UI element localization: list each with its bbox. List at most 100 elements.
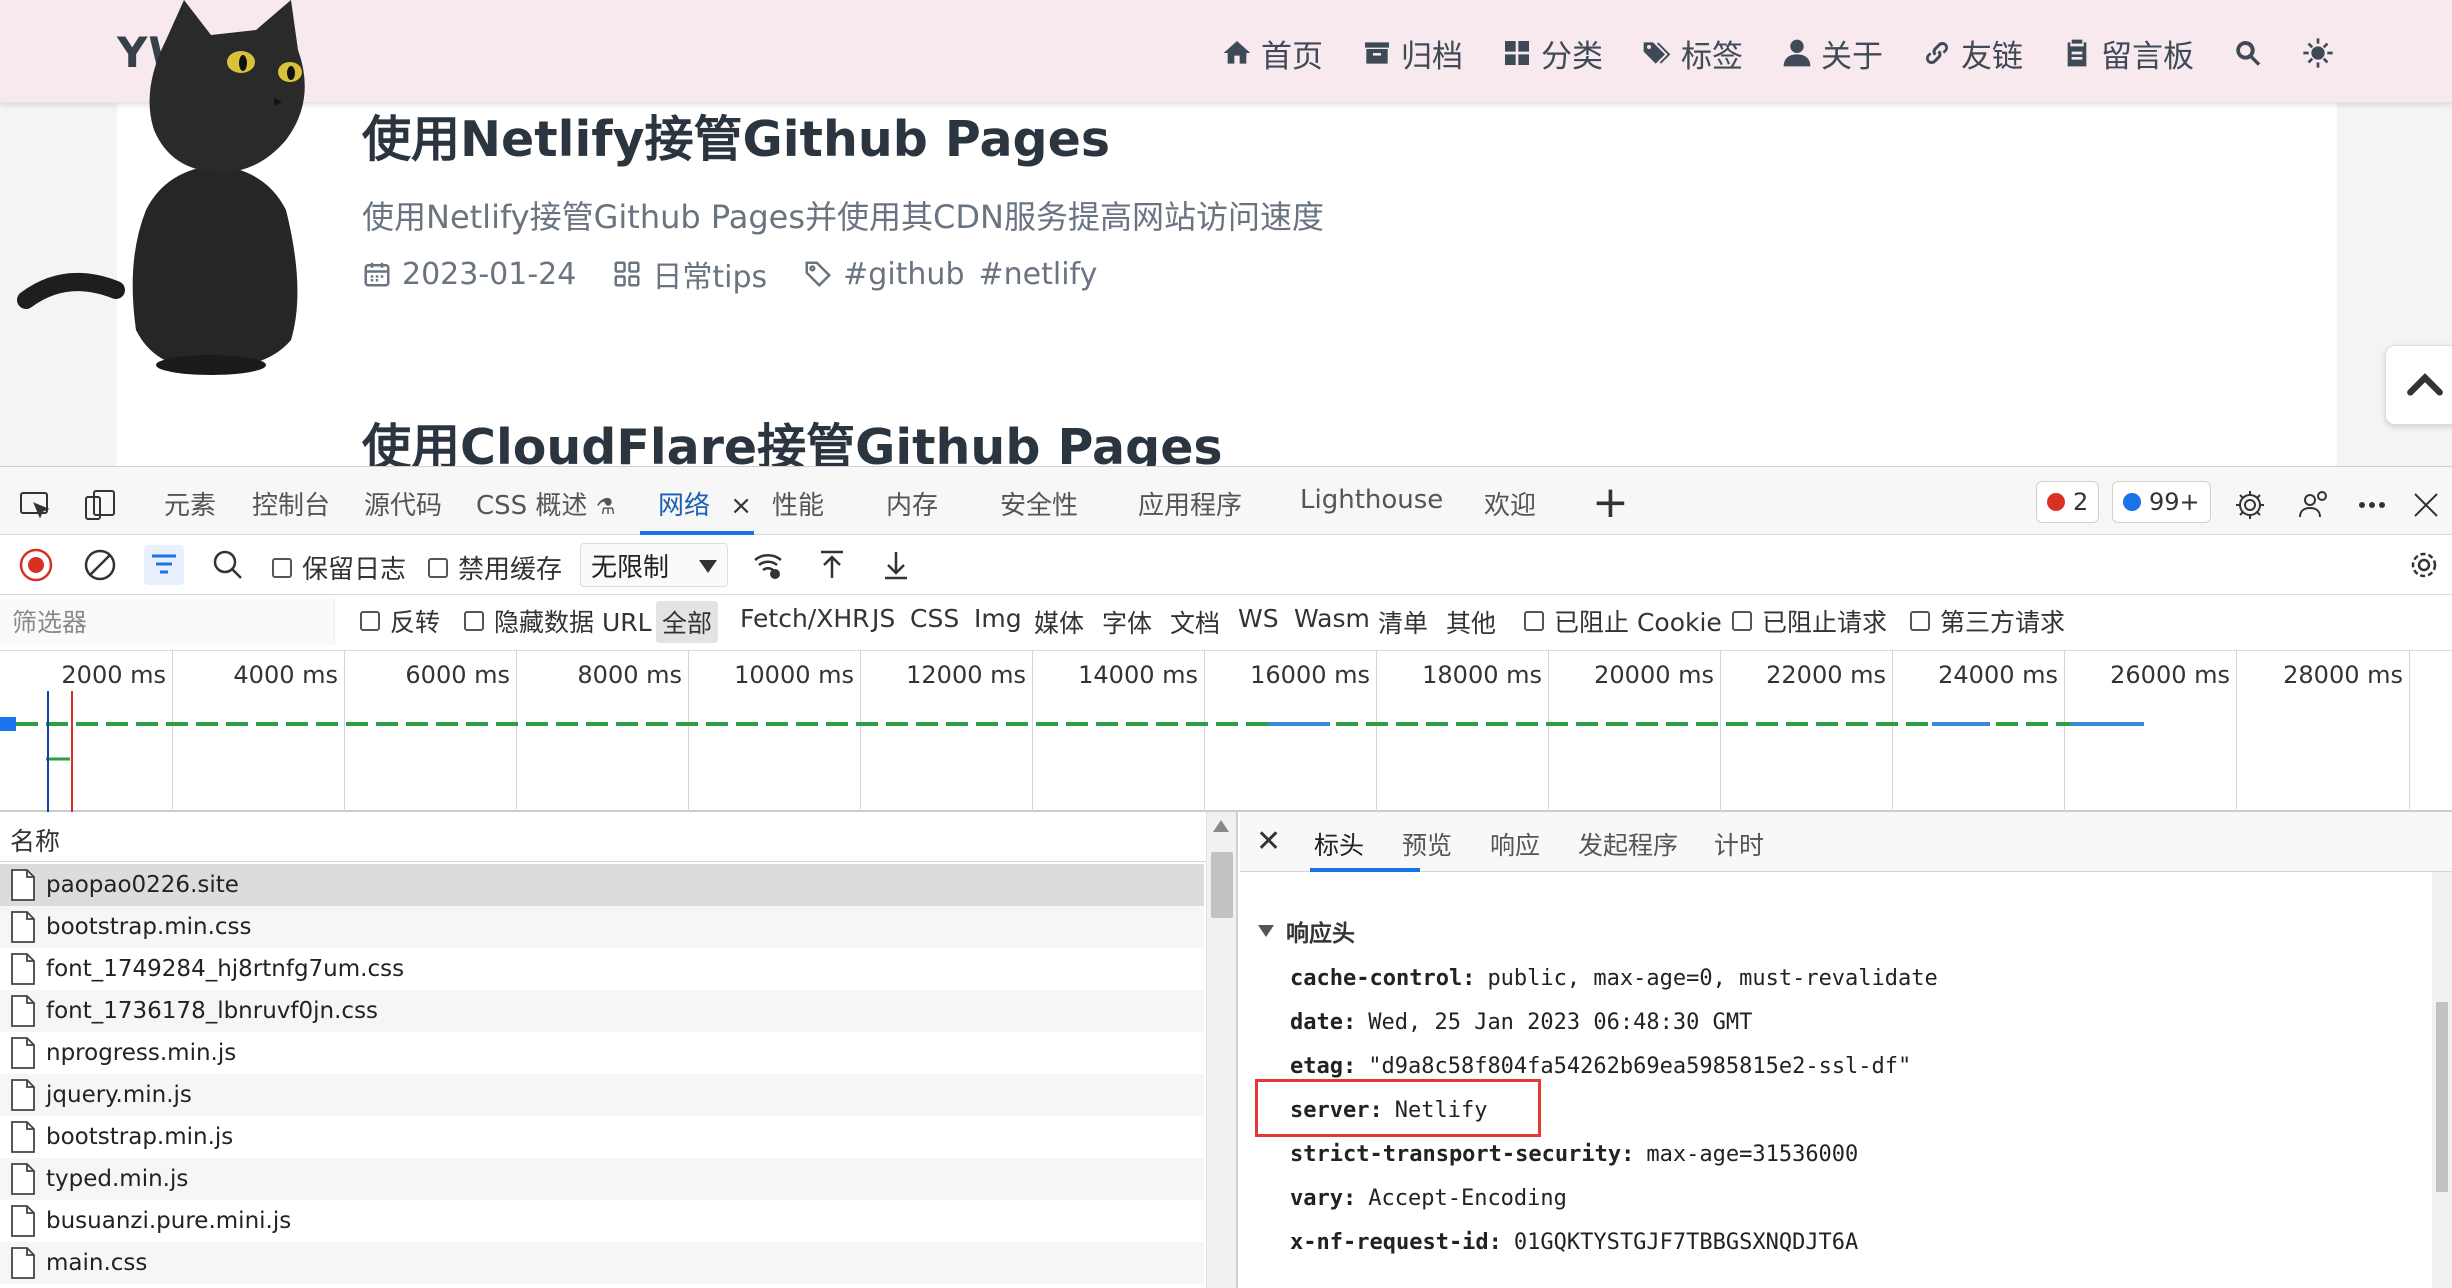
filter-type-all[interactable]: 全部 bbox=[656, 601, 719, 643]
network-conditions-button[interactable] bbox=[748, 545, 788, 585]
request-row[interactable]: font_1736178_lbnruvf0jn.css bbox=[0, 990, 1204, 1032]
clear-button[interactable] bbox=[80, 545, 120, 585]
request-row[interactable]: main.css bbox=[0, 1242, 1204, 1284]
tab-application[interactable]: 应用程序 bbox=[1138, 485, 1242, 522]
network-settings-button[interactable] bbox=[2404, 545, 2444, 585]
blocked-cookies-checkbox[interactable]: 已阻止 Cookie bbox=[1524, 603, 1722, 639]
close-tab-icon[interactable]: × bbox=[730, 491, 752, 521]
import-har-button[interactable] bbox=[812, 545, 852, 585]
scrollbar-thumb[interactable] bbox=[1211, 852, 1233, 918]
filter-type-other[interactable]: 其他 bbox=[1440, 601, 1502, 643]
request-row[interactable]: nprogress.min.js bbox=[0, 1032, 1204, 1074]
third-party-checkbox[interactable]: 第三方请求 bbox=[1910, 603, 2065, 639]
export-har-button[interactable] bbox=[876, 545, 916, 585]
filter-type-ws[interactable]: WS bbox=[1232, 601, 1285, 636]
invert-checkbox[interactable]: 反转 bbox=[360, 603, 440, 639]
disable-cache-checkbox[interactable]: 禁用缓存 bbox=[428, 549, 562, 586]
back-to-top-button[interactable] bbox=[2385, 345, 2452, 425]
tab-elements[interactable]: 元素 bbox=[164, 485, 216, 522]
tab-lighthouse[interactable]: Lighthouse bbox=[1300, 485, 1443, 515]
detail-scrollbar[interactable] bbox=[2432, 872, 2452, 1288]
response-header-row[interactable]: etag: "d9a8c58f804fa54262b69ea5985815e2-s… bbox=[1290, 1054, 1911, 1079]
request-row[interactable]: typed.min.js bbox=[0, 1158, 1204, 1200]
checkbox-box[interactable] bbox=[1910, 611, 1930, 631]
filter-type-manifest[interactable]: 清单 bbox=[1372, 601, 1434, 643]
tab-console[interactable]: 控制台 bbox=[252, 485, 330, 522]
response-header-row[interactable]: x-nf-request-id: 01GQKTYSTGJF7TBBGSXNQDJT… bbox=[1290, 1230, 1858, 1255]
filter-type-fetch-xhr[interactable]: Fetch/XHR bbox=[734, 601, 876, 636]
error-count-badge[interactable]: 2 bbox=[2036, 481, 2100, 523]
checkbox-box[interactable] bbox=[1524, 611, 1544, 631]
request-row[interactable]: busuanzi.pure.mini.js bbox=[0, 1200, 1204, 1242]
detail-tab-response[interactable]: 响应 bbox=[1490, 826, 1540, 862]
filter-type-wasm[interactable]: Wasm bbox=[1288, 601, 1376, 636]
settings-button[interactable] bbox=[2232, 487, 2268, 523]
scroll-up-arrow[interactable] bbox=[1213, 820, 1229, 832]
post-category[interactable]: 日常tips bbox=[612, 252, 767, 296]
nav-links[interactable]: 友链 bbox=[1921, 31, 2023, 76]
checkbox-box[interactable] bbox=[360, 611, 380, 631]
post-tag[interactable]: #github bbox=[843, 257, 964, 292]
checkbox-box[interactable] bbox=[272, 557, 292, 578]
throttling-select[interactable]: 无限制 bbox=[580, 543, 728, 587]
nav-home[interactable]: 首页 bbox=[1221, 31, 1323, 76]
tab-network[interactable]: 网络 × bbox=[658, 485, 752, 522]
filter-type-media[interactable]: 媒体 bbox=[1028, 601, 1090, 643]
detail-tab-preview[interactable]: 预览 bbox=[1402, 826, 1452, 862]
blocked-requests-checkbox[interactable]: 已阻止请求 bbox=[1732, 603, 1887, 639]
customize-button[interactable] bbox=[2296, 487, 2332, 523]
search-button[interactable] bbox=[208, 545, 248, 585]
response-header-row[interactable]: cache-control: public, max-age=0, must-re… bbox=[1290, 966, 1938, 991]
tab-memory[interactable]: 内存 bbox=[886, 485, 938, 522]
tab-css-overview[interactable]: CSS 概述 ⚗ bbox=[476, 485, 615, 522]
filter-input[interactable] bbox=[0, 599, 335, 645]
response-header-row[interactable]: date: Wed, 25 Jan 2023 06:48:30 GMT bbox=[1290, 1010, 1752, 1035]
close-detail-button[interactable]: ✕ bbox=[1256, 824, 1281, 859]
tab-sources[interactable]: 源代码 bbox=[364, 485, 442, 522]
request-row[interactable]: font_1749284_hj8rtnfg7um.css bbox=[0, 948, 1204, 990]
request-list-scrollbar[interactable] bbox=[1206, 812, 1236, 1288]
detail-tab-initiator[interactable]: 发起程序 bbox=[1578, 826, 1678, 862]
nav-tags[interactable]: 标签 bbox=[1641, 31, 1743, 76]
filter-type-js[interactable]: JS bbox=[866, 601, 901, 636]
request-row[interactable]: bootstrap.min.js bbox=[0, 1116, 1204, 1158]
request-row[interactable]: paopao0226.site bbox=[0, 864, 1204, 906]
detail-tab-headers[interactable]: 标头 bbox=[1314, 826, 1364, 862]
detail-tab-timing[interactable]: 计时 bbox=[1714, 826, 1764, 862]
tab-security[interactable]: 安全性 bbox=[1000, 485, 1078, 522]
post-tag[interactable]: #netlify bbox=[979, 257, 1098, 292]
filter-toggle-button[interactable] bbox=[144, 545, 184, 585]
nav-about[interactable]: 关于 bbox=[1781, 31, 1883, 76]
nav-categories[interactable]: 分类 bbox=[1501, 31, 1603, 76]
response-header-row[interactable]: vary: Accept-Encoding bbox=[1290, 1186, 1567, 1211]
network-overview-timeline[interactable]: 2000 ms 4000 ms 6000 ms 8000 ms 10000 ms 1200… bbox=[0, 651, 2452, 812]
response-headers-section-toggle[interactable]: 响应头 bbox=[1258, 914, 1355, 948]
post-title-2[interactable]: 使用CloudFlare接管Github Pages bbox=[362, 408, 1223, 466]
filter-type-font[interactable]: 字体 bbox=[1096, 601, 1158, 643]
filter-type-css[interactable]: CSS bbox=[904, 601, 965, 636]
inspect-element-button[interactable] bbox=[18, 487, 54, 523]
checkbox-box[interactable] bbox=[464, 611, 484, 631]
preserve-log-checkbox[interactable]: 保留日志 bbox=[272, 549, 406, 586]
request-row[interactable]: bootstrap.min.css bbox=[0, 906, 1204, 948]
filter-type-doc[interactable]: 文档 bbox=[1164, 601, 1226, 643]
nav-search-button[interactable] bbox=[2232, 37, 2264, 69]
message-count-badge[interactable]: 99+ bbox=[2112, 481, 2211, 523]
record-button[interactable] bbox=[16, 545, 56, 585]
post-title-1[interactable]: 使用Netlify接管Github Pages bbox=[362, 100, 1110, 171]
close-devtools-button[interactable] bbox=[2408, 487, 2444, 523]
tab-welcome[interactable]: 欢迎 bbox=[1484, 485, 1536, 522]
response-header-row[interactable]: strict-transport-security: max-age=315360… bbox=[1290, 1142, 1858, 1167]
more-options-button[interactable] bbox=[2354, 487, 2390, 523]
filter-type-img[interactable]: Img bbox=[968, 601, 1028, 636]
scrollbar-thumb[interactable] bbox=[2436, 1002, 2448, 1192]
nav-archive[interactable]: 归档 bbox=[1361, 31, 1463, 76]
hide-data-urls-checkbox[interactable]: 隐藏数据 URL bbox=[464, 603, 652, 639]
device-toolbar-button[interactable] bbox=[82, 487, 118, 523]
checkbox-box[interactable] bbox=[428, 557, 448, 578]
request-row[interactable]: jquery.min.js bbox=[0, 1074, 1204, 1116]
checkbox-box[interactable] bbox=[1732, 611, 1752, 631]
theme-toggle-button[interactable] bbox=[2302, 37, 2334, 69]
add-tab-button[interactable]: + bbox=[1592, 477, 1629, 528]
tab-performance[interactable]: 性能 bbox=[772, 485, 824, 522]
